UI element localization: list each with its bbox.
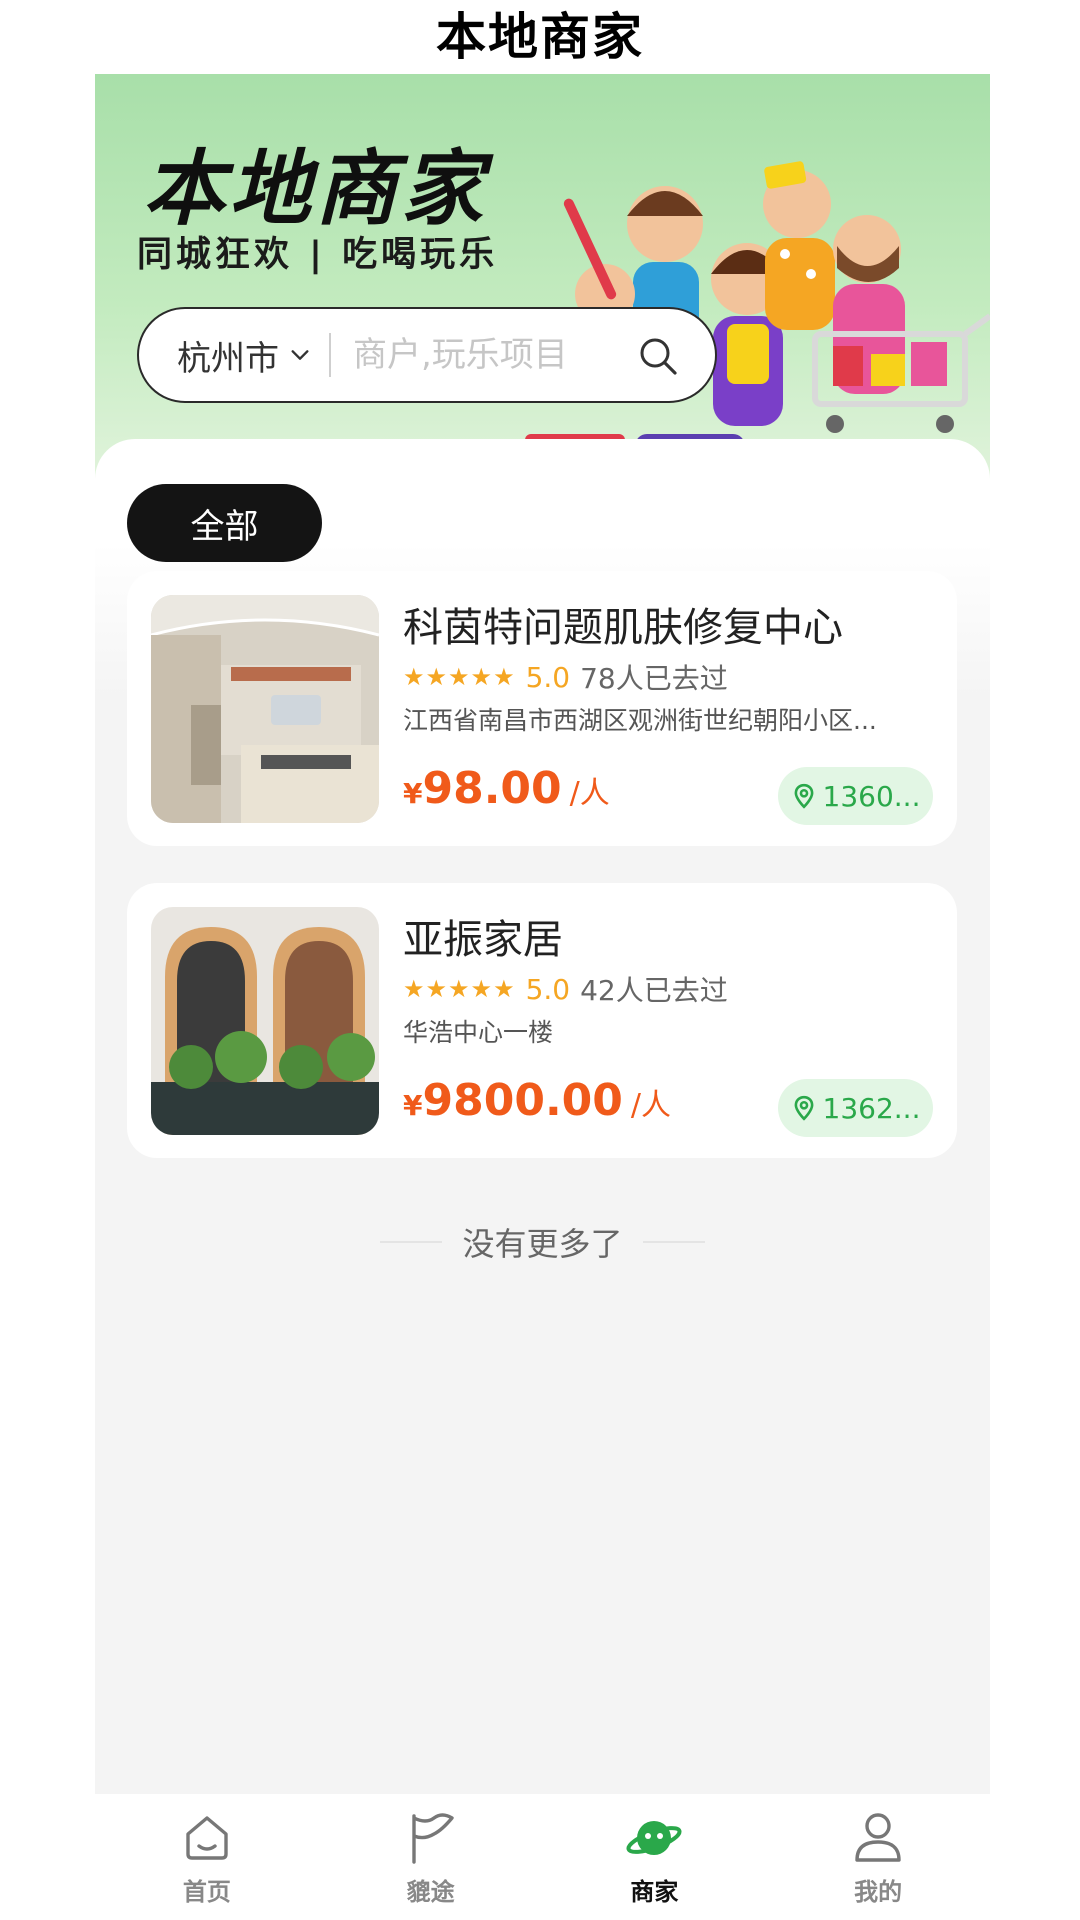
- price-unit: /人: [569, 776, 610, 811]
- tab-profile[interactable]: 我的: [766, 1794, 990, 1920]
- search-divider: [329, 333, 331, 377]
- end-of-list: 没有更多了: [95, 1219, 990, 1265]
- search-input[interactable]: [353, 335, 603, 375]
- price-currency: ¥: [403, 1089, 423, 1122]
- search-icon[interactable]: [637, 335, 679, 377]
- filter-chip-all[interactable]: 全部: [127, 484, 322, 562]
- banner-subtitle: 同城狂欢 | 吃喝玩乐: [137, 235, 499, 275]
- price-amount: 98.00: [422, 763, 562, 814]
- merchant-name: 亚振家居: [403, 917, 563, 963]
- price-unit: /人: [630, 1088, 671, 1123]
- tab-label: 首页: [182, 1878, 231, 1906]
- phone-screen: 本地商家 同城狂欢 | 吃喝玩乐 杭州市 商户,玩乐项目 全部 科茵特问题肌肤修…: [95, 74, 990, 1920]
- banner: 本地商家 同城狂欢 | 吃喝玩乐 杭州市 商户,玩乐项目: [95, 74, 990, 494]
- distance-badge[interactable]: 1360...: [778, 767, 933, 825]
- merchant-card[interactable]: 科茵特问题肌肤修复中心 ★★★★★ 5.0 78人已去过 江西省南昌市西湖区观洲…: [127, 571, 957, 846]
- user-icon: [855, 1813, 901, 1862]
- distance-text: 1360...: [822, 779, 921, 813]
- tab-label: 我的: [854, 1878, 903, 1906]
- price-currency: ¥: [403, 777, 423, 810]
- page-title: 本地商家: [436, 8, 644, 66]
- merchant-rating: ★★★★★ 5.0 42人已去过: [403, 969, 728, 1009]
- divider-line: [642, 1241, 705, 1243]
- merchant-price: ¥ 98.00 /人: [403, 763, 610, 814]
- merchant-photo: [151, 907, 379, 1135]
- bottom-tab-bar: 首页 貔途 商家 我的: [95, 1794, 990, 1920]
- merchant-card[interactable]: 亚振家居 ★★★★★ 5.0 42人已去过 华浩中心一楼 ¥ 9800.00 /…: [127, 883, 957, 1158]
- merchant-photo: [151, 595, 379, 823]
- merchant-address: 江西省南昌市西湖区观洲街世纪朝阳小区...: [403, 706, 877, 735]
- rating-score: 5.0: [525, 972, 571, 1006]
- distance-text: 1362...: [822, 1091, 921, 1125]
- tab-label: 貔途: [406, 1878, 455, 1906]
- home-icon: [186, 1816, 228, 1860]
- chevron-down-icon[interactable]: [289, 344, 311, 366]
- flag-icon: [411, 1813, 454, 1864]
- end-of-list-text: 没有更多了: [462, 1225, 623, 1263]
- tab-journey[interactable]: 貔途: [319, 1794, 543, 1920]
- tab-merchants[interactable]: 商家: [543, 1794, 767, 1920]
- visit-count: 78人已去过: [580, 662, 728, 695]
- city-selector[interactable]: 杭州市: [177, 331, 279, 380]
- merchant-address: 华浩中心一楼: [403, 1018, 554, 1047]
- merchant-name: 科茵特问题肌肤修复中心: [403, 605, 843, 651]
- visit-count: 42人已去过: [580, 974, 728, 1007]
- distance-badge[interactable]: 1362...: [778, 1079, 933, 1137]
- merchant-price: ¥ 9800.00 /人: [403, 1075, 671, 1126]
- location-pin-icon: [794, 1095, 813, 1121]
- location-pin-icon: [794, 783, 813, 809]
- star-rating-icon: ★★★★★: [403, 975, 516, 1003]
- search-bar[interactable]: 杭州市: [137, 307, 717, 403]
- tab-label: 商家: [630, 1878, 679, 1906]
- rating-score: 5.0: [525, 660, 571, 694]
- price-amount: 9800.00: [422, 1075, 623, 1126]
- merchant-rating: ★★★★★ 5.0 78人已去过: [403, 657, 728, 697]
- banner-title: 本地商家: [143, 142, 487, 237]
- star-rating-icon: ★★★★★: [403, 663, 516, 691]
- tab-home[interactable]: 首页: [95, 1794, 319, 1920]
- planet-icon: [626, 1821, 682, 1855]
- divider-line: [380, 1241, 443, 1243]
